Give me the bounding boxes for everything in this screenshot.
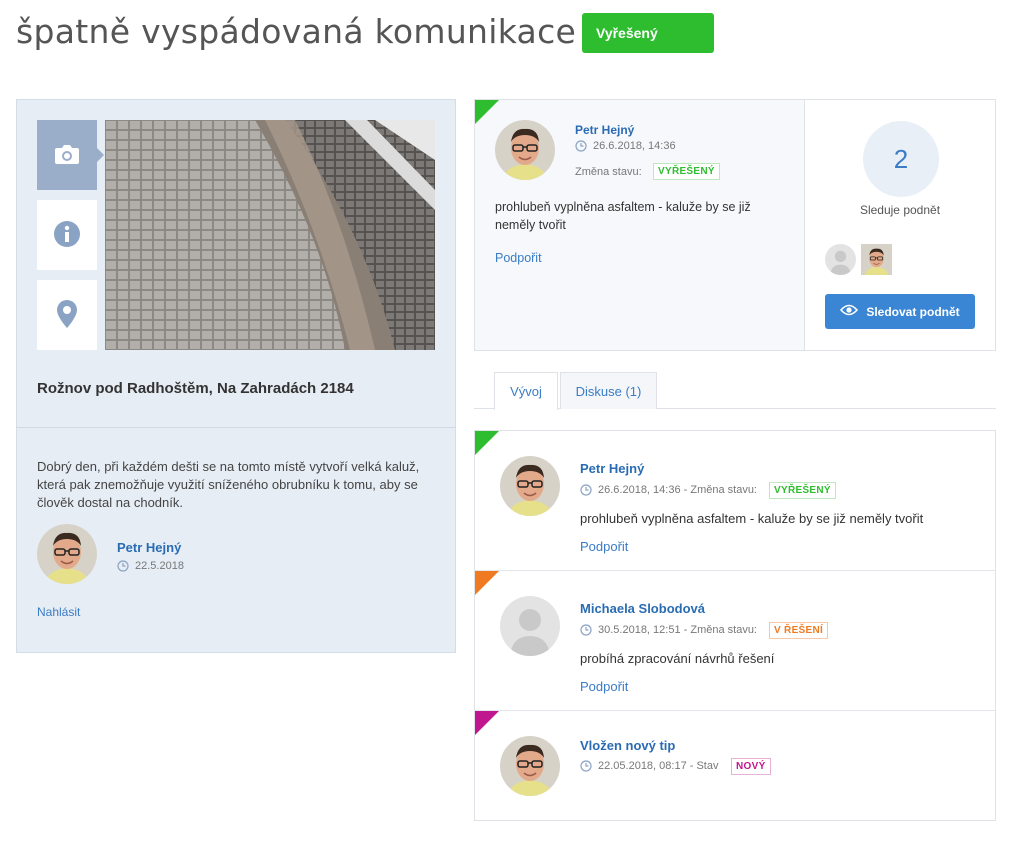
update-text: prohlubeň vyplněna asfaltem - kaluže by … [495, 200, 751, 232]
state-badge: VYŘEŠENÝ [769, 482, 836, 499]
follow-button[interactable]: Sledovat podnět [825, 294, 975, 329]
latest-update-card: Petr Hejný 26.6.2018, 14:36 Změna stavu:… [474, 99, 996, 351]
timeline-item: Vložen nový tip 22.05.2018, 08:17 - Stav… [475, 711, 995, 821]
followers-count: 2 [863, 121, 939, 197]
tab-diskuse[interactable]: Diskuse (1) [560, 372, 657, 409]
author-date: 22.5.2018 [117, 560, 184, 572]
issue-photo[interactable] [105, 120, 435, 350]
status-corner [475, 571, 499, 595]
location-pin-icon [56, 299, 78, 332]
follower-avatar[interactable] [861, 244, 892, 275]
clock-icon [580, 484, 592, 496]
author-name[interactable]: Petr Hejný [580, 461, 644, 476]
item-meta: 26.6.2018, 14:36 - Změna stavu: [580, 484, 757, 496]
report-link[interactable]: Nahlásit [37, 605, 80, 619]
clock-icon [580, 760, 592, 772]
timeline-item: Michaela Slobodová 30.5.2018, 12:51 - Zm… [475, 571, 995, 711]
divider [17, 427, 455, 428]
issue-description: Dobrý den, při každém dešti se na tomto … [37, 459, 420, 510]
support-link[interactable]: Podpořit [580, 679, 628, 694]
state-badge: NOVÝ [731, 758, 771, 775]
author-name[interactable]: Michaela Slobodová [580, 601, 705, 616]
item-text: prohlubeň vyplněna asfaltem - kaluže by … [580, 511, 924, 526]
state-badge: V ŘEŠENÍ [769, 622, 829, 639]
item-meta: 30.5.2018, 12:51 - Změna stavu: [580, 624, 757, 636]
timeline-item: Petr Hejný 26.6.2018, 14:36 - Změna stav… [475, 431, 995, 571]
info-icon [53, 220, 81, 251]
status-corner [475, 711, 499, 735]
status-corner [475, 431, 499, 455]
latest-update: Petr Hejný 26.6.2018, 14:36 Změna stavu:… [475, 100, 805, 350]
followers-label: Sleduje podnět [859, 203, 941, 217]
issue-address: Rožnov pod Radhoštěm, Na Zahradách 2184 [37, 380, 354, 397]
timeline: Petr Hejný 26.6.2018, 14:36 - Změna stav… [474, 430, 996, 821]
clock-icon [117, 560, 129, 572]
author-name[interactable]: Petr Hejný [575, 123, 634, 137]
camera-icon [54, 143, 80, 168]
avatar[interactable] [37, 524, 97, 584]
support-link[interactable]: Podpořit [495, 251, 542, 265]
avatar[interactable] [500, 456, 560, 516]
page-title: špatně vyspádovaná komunikace [16, 12, 577, 51]
info-tab[interactable] [37, 200, 97, 270]
location-tab[interactable] [37, 280, 97, 350]
photo-tab[interactable] [37, 120, 104, 190]
item-text: probíhá zpracování návrhů řešení [580, 651, 775, 666]
issue-detail-panel: Rožnov pod Radhoštěm, Na Zahradách 2184 … [16, 99, 456, 653]
tab-vyvoj[interactable]: Vývoj [494, 372, 558, 410]
status-badge: Vyřešený [582, 13, 714, 53]
state-badge: VYŘEŠENÝ [653, 163, 720, 180]
status-corner [475, 100, 499, 124]
state-change-label: Změna stavu: [575, 166, 642, 178]
item-title[interactable]: Vložen nový tip [580, 738, 675, 753]
avatar[interactable] [500, 596, 560, 656]
update-date: 26.6.2018, 14:36 [575, 140, 676, 152]
clock-icon [580, 624, 592, 636]
support-link[interactable]: Podpořit [580, 539, 628, 554]
avatar[interactable] [500, 736, 560, 796]
follower-avatar[interactable] [825, 244, 856, 275]
author-name[interactable]: Petr Hejný [117, 540, 181, 555]
clock-icon [575, 140, 587, 152]
avatar[interactable] [495, 120, 555, 180]
item-meta: 22.05.2018, 08:17 - Stav [580, 760, 718, 772]
eye-icon [840, 304, 859, 319]
